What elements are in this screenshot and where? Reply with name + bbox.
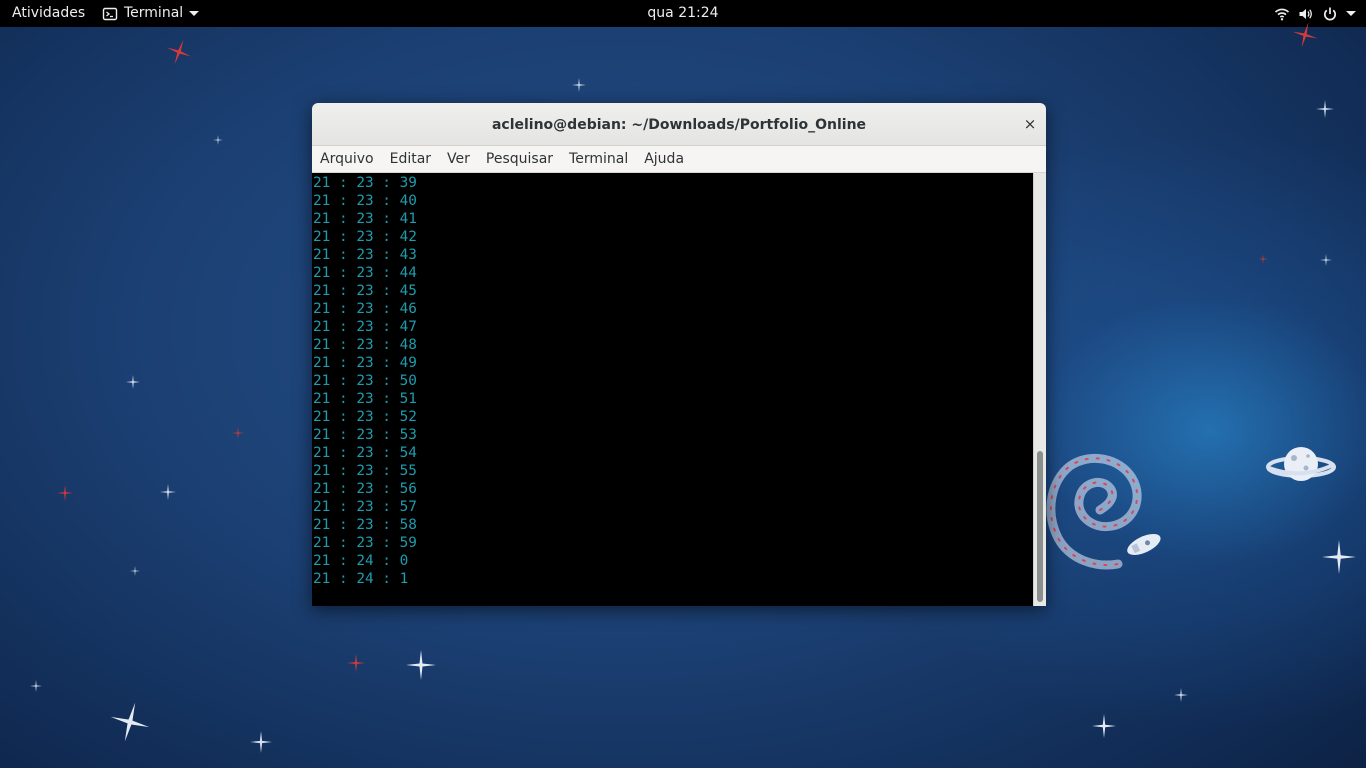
terminal-line: 21 : 23 : 59	[313, 535, 417, 551]
terminal-line: 21 : 23 : 41	[313, 211, 417, 227]
menu-arquivo[interactable]: Arquivo	[312, 146, 382, 172]
star-icon	[1092, 714, 1116, 738]
clock[interactable]: qua 21:24	[647, 5, 718, 21]
terminal-line: 21 : 24 : 0	[313, 553, 409, 569]
terminal-line: 21 : 23 : 56	[313, 481, 417, 497]
terminal-line: 21 : 23 : 42	[313, 229, 417, 245]
star-icon	[160, 484, 176, 500]
terminal-line: 21 : 23 : 49	[313, 355, 417, 371]
terminal-line: 21 : 23 : 55	[313, 463, 417, 479]
chevron-down-icon	[1346, 11, 1356, 16]
menu-pesquisar[interactable]: Pesquisar	[478, 146, 561, 172]
close-button[interactable]: ×	[1020, 114, 1040, 134]
star-icon	[1292, 22, 1318, 48]
terminal-line: 21 : 23 : 43	[313, 247, 417, 263]
star-icon	[213, 135, 223, 145]
menu-ver[interactable]: Ver	[439, 146, 478, 172]
star-icon	[166, 39, 192, 65]
menu-editar[interactable]: Editar	[382, 146, 439, 172]
star-icon	[347, 654, 365, 672]
star-icon	[30, 680, 42, 692]
terminal-line: 21 : 23 : 40	[313, 193, 417, 209]
menu-ajuda[interactable]: Ajuda	[636, 146, 692, 172]
star-icon	[1320, 254, 1332, 266]
wifi-icon	[1274, 8, 1290, 20]
star-icon	[1174, 688, 1188, 702]
app-menu-label: Terminal	[124, 5, 184, 21]
activities-label: Atividades	[12, 5, 86, 21]
menu-terminal[interactable]: Terminal	[561, 146, 636, 172]
planet-icon	[1266, 447, 1336, 481]
volume-icon	[1299, 8, 1312, 19]
close-icon: ×	[1023, 115, 1037, 133]
terminal-line: 21 : 23 : 53	[313, 427, 417, 443]
star-icon	[250, 731, 272, 753]
star-icon	[126, 375, 140, 389]
terminal-scrollbar[interactable]	[1033, 173, 1046, 606]
terminal-line: 21 : 23 : 47	[313, 319, 417, 335]
rocket-icon	[1127, 533, 1161, 555]
terminal-line: 21 : 23 : 57	[313, 499, 417, 515]
star-icon	[57, 485, 73, 501]
star-icon	[110, 702, 150, 742]
terminal-line: 21 : 23 : 45	[313, 283, 417, 299]
star-icon	[232, 427, 244, 439]
power-icon	[1324, 7, 1336, 20]
debian-swirl-logo	[1046, 453, 1161, 570]
app-menu-button[interactable]: Terminal	[102, 0, 200, 27]
terminal-output[interactable]: 21 : 23 : 39 21 : 23 : 40 21 : 23 : 41 2…	[312, 173, 1033, 606]
terminal-line: 21 : 23 : 39	[313, 175, 417, 191]
star-icon	[1316, 100, 1334, 118]
star-icon	[406, 650, 436, 680]
star-icon	[1258, 254, 1268, 264]
clock-container: qua 21:24	[0, 0, 1366, 27]
terminal-line: 21 : 23 : 58	[313, 517, 417, 533]
window-title: aclelino@debian: ~/Downloads/Portfolio_O…	[491, 117, 867, 133]
terminal-line: 21 : 23 : 44	[313, 265, 417, 281]
terminal-lines: 21 : 23 : 39 21 : 23 : 40 21 : 23 : 41 2…	[312, 174, 417, 588]
star-icon	[130, 566, 140, 576]
terminal-line: 21 : 23 : 46	[313, 301, 417, 317]
terminal-line: 21 : 23 : 52	[313, 409, 417, 425]
star-icon	[572, 78, 586, 92]
terminal-line: 21 : 23 : 48	[313, 337, 417, 353]
menu-bar: Arquivo Editar Ver Pesquisar Terminal Aj…	[312, 146, 1046, 173]
terminal-icon	[102, 7, 118, 20]
activities-button[interactable]: Atividades	[12, 0, 85, 27]
terminal-line: 21 : 23 : 54	[313, 445, 417, 461]
window-titlebar[interactable]: aclelino@debian: ~/Downloads/Portfolio_O…	[312, 103, 1046, 146]
terminal-line: 21 : 23 : 50	[313, 373, 417, 389]
terminal-window[interactable]: aclelino@debian: ~/Downloads/Portfolio_O…	[312, 103, 1046, 606]
terminal-line: 21 : 24 : 1	[313, 571, 409, 587]
chevron-down-icon	[189, 11, 200, 16]
terminal-line: 21 : 23 : 51	[313, 391, 417, 407]
top-bar: Atividades Terminal qua 21:24	[0, 0, 1366, 27]
scrollbar-thumb[interactable]	[1037, 451, 1043, 602]
star-icon	[1322, 540, 1356, 574]
